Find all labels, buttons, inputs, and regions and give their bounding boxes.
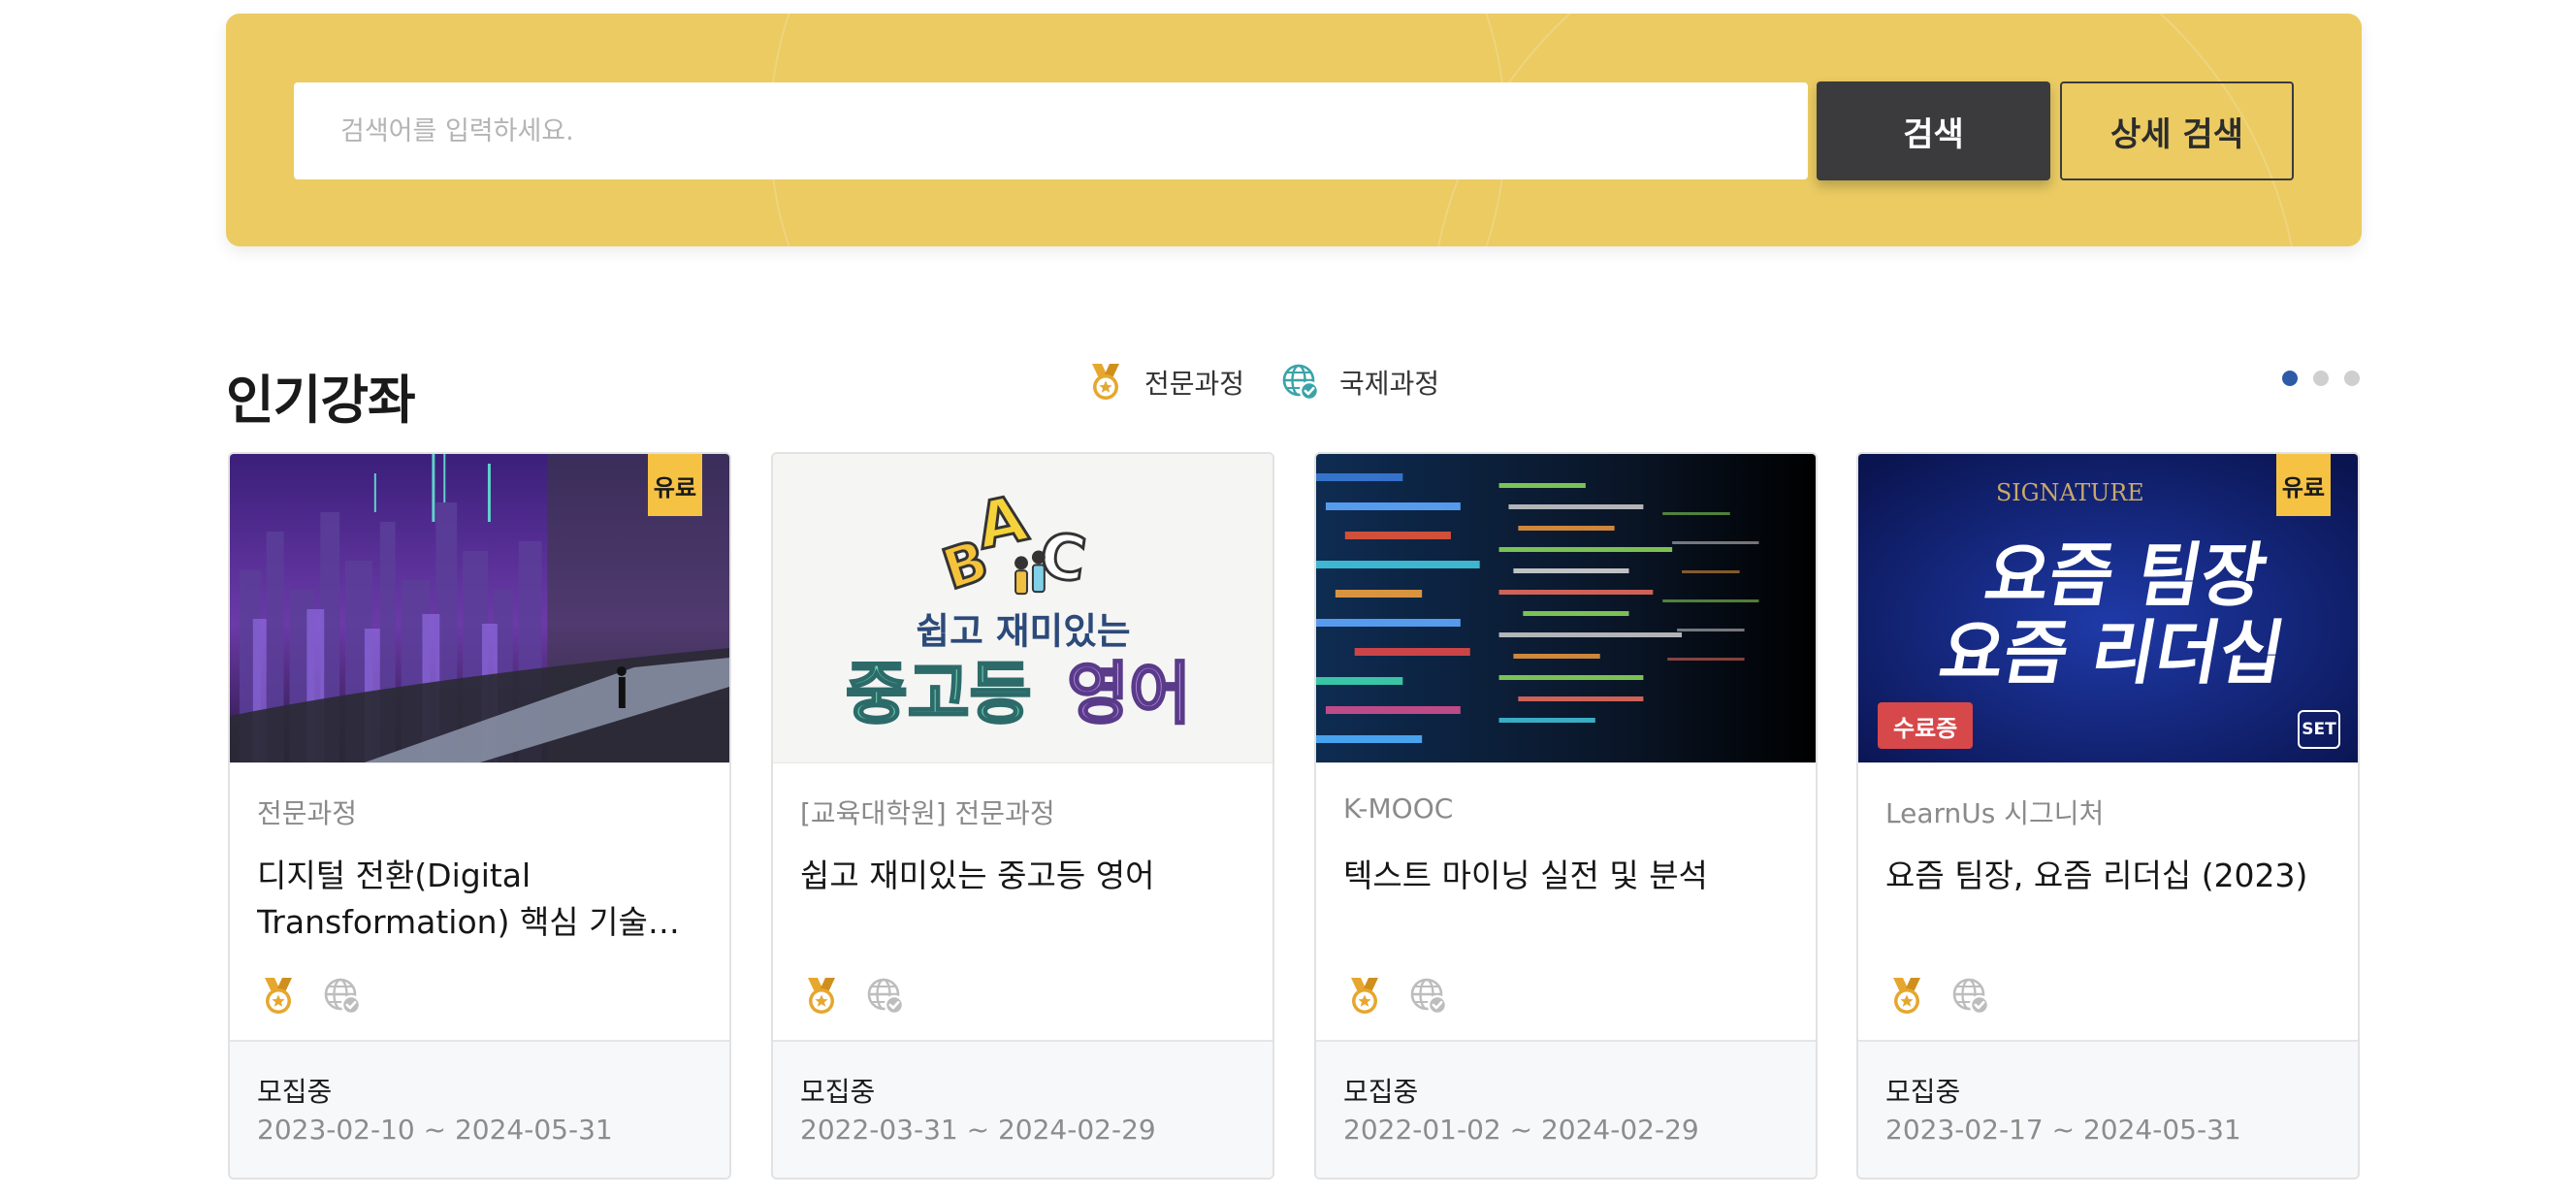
enrollment-period: 2023-02-17 ~ 2024-05-31	[1885, 1114, 2241, 1146]
enrollment-status: 모집중	[1885, 1076, 1961, 1108]
thumb-title-b: 영어	[1067, 656, 1191, 733]
legend-international: 국제과정	[1279, 361, 1439, 404]
globe-icon	[324, 978, 362, 1016]
thumb-line-2: 요즘 리더십	[1934, 613, 2291, 695]
carousel-dot-1[interactable]	[2282, 371, 2298, 386]
advanced-search-button[interactable]: 상세 검색	[2060, 81, 2294, 180]
enrollment-period: 2023-02-10 ~ 2024-05-31	[257, 1114, 613, 1146]
medal-icon	[265, 978, 292, 1014]
legend-professional: 전문과정	[1084, 361, 1244, 404]
course-card[interactable]: 유료 전문과정 디지털 전환(Digital Transformation) 핵…	[228, 452, 731, 1180]
thumb-subtitle: 쉽고 재미있는	[916, 610, 1130, 653]
card-body: K-MOOC 텍스트 마이닝 실전 및 분석	[1316, 762, 1816, 1024]
certificate-badge: 수료증	[1878, 702, 1974, 749]
medal-icon	[1893, 978, 1920, 1014]
course-card[interactable]: SIGNATURE 요즘 팀장 요즘 리더십 유료 수료증 SET LearnU…	[1856, 452, 2360, 1180]
card-icons	[1343, 975, 1450, 1018]
section-title: 인기강좌	[226, 370, 416, 431]
paid-badge: 유료	[2276, 454, 2331, 516]
course-thumbnail[interactable]: 유료	[230, 454, 729, 762]
card-title[interactable]: 텍스트 마이닝 실전 및 분석	[1343, 853, 1780, 899]
medal-icon	[808, 978, 835, 1014]
card-category: 전문과정	[257, 797, 358, 829]
carousel-dot-2[interactable]	[2313, 371, 2329, 386]
enrollment-status: 모집중	[1343, 1076, 1419, 1108]
thumb-title-a: 중고등	[846, 656, 1032, 733]
english-course-image: A B C 쉽고 재미있는 중고등 영어	[773, 455, 1272, 761]
carousel-pagination	[2282, 371, 2360, 386]
thumb-line-1: 요즘 팀장	[1979, 535, 2271, 617]
card-icons	[800, 975, 907, 1018]
card-icons	[257, 975, 364, 1018]
globe-icon	[1282, 364, 1320, 402]
globe-icon	[867, 978, 905, 1016]
search-banner: 검색 상세 검색	[226, 14, 2362, 246]
card-body: LearnUs 시그니처 요즘 팀장, 요즘 리더십 (2023)	[1858, 762, 2358, 1024]
card-category: K-MOOC	[1343, 793, 1454, 825]
card-category: [교육대학원] 전문과정	[800, 797, 1055, 829]
enrollment-status: 모집중	[800, 1076, 876, 1108]
card-title[interactable]: 요즘 팀장, 요즘 리더십 (2023)	[1885, 853, 2322, 899]
search-button[interactable]: 검색	[1817, 81, 2050, 180]
card-footer: 모집중 2022-03-31 ~ 2024-02-29	[773, 1040, 1272, 1178]
thumb-brand: SIGNATURE	[1996, 479, 2144, 506]
course-thumbnail[interactable]: A B C 쉽고 재미있는 중고등 영어	[773, 454, 1272, 762]
legend-professional-label: 전문과정	[1144, 368, 1245, 400]
course-thumbnail[interactable]	[1316, 454, 1816, 762]
card-icons	[1885, 975, 1992, 1018]
enrollment-status: 모집중	[257, 1076, 333, 1108]
medal-icon	[1092, 364, 1119, 400]
card-title[interactable]: 디지털 전환(Digital Transformation) 핵심 기술의 이해	[257, 853, 693, 946]
card-title[interactable]: 쉽고 재미있는 중고등 영어	[800, 853, 1237, 899]
globe-icon	[1952, 978, 1990, 1016]
card-body: 전문과정 디지털 전환(Digital Transformation) 핵심 기…	[230, 762, 729, 1024]
card-footer: 모집중 2023-02-17 ~ 2024-05-31	[1858, 1040, 2358, 1178]
code-screen-image	[1316, 454, 1816, 762]
card-footer: 모집중 2022-01-02 ~ 2024-02-29	[1316, 1040, 1816, 1178]
carousel-dot-3[interactable]	[2344, 371, 2360, 386]
medal-icon	[1351, 978, 1378, 1014]
course-thumbnail[interactable]: SIGNATURE 요즘 팀장 요즘 리더십 유료 수료증 SET	[1858, 454, 2358, 762]
enrollment-period: 2022-03-31 ~ 2024-02-29	[800, 1114, 1156, 1146]
enrollment-period: 2022-01-02 ~ 2024-02-29	[1343, 1114, 1699, 1146]
set-badge: SET	[2298, 710, 2340, 749]
search-input[interactable]	[294, 82, 1808, 179]
paid-badge: 유료	[648, 454, 702, 516]
legend-international-label: 국제과정	[1339, 368, 1440, 400]
course-card[interactable]: A B C 쉽고 재미있는 중고등 영어 [교육대학원] 전문과정 쉽고 재미있…	[771, 452, 1274, 1180]
course-card[interactable]: K-MOOC 텍스트 마이닝 실전 및 분석 모집중 2022-01-02 ~ …	[1314, 452, 1818, 1180]
course-type-legend: 전문과정 국제과정	[1084, 361, 1439, 404]
card-body: [교육대학원] 전문과정 쉽고 재미있는 중고등 영어	[773, 762, 1272, 1024]
card-footer: 모집중 2023-02-10 ~ 2024-05-31	[230, 1040, 729, 1178]
globe-icon	[1410, 978, 1448, 1016]
card-category: LearnUs 시그니처	[1885, 797, 2105, 829]
